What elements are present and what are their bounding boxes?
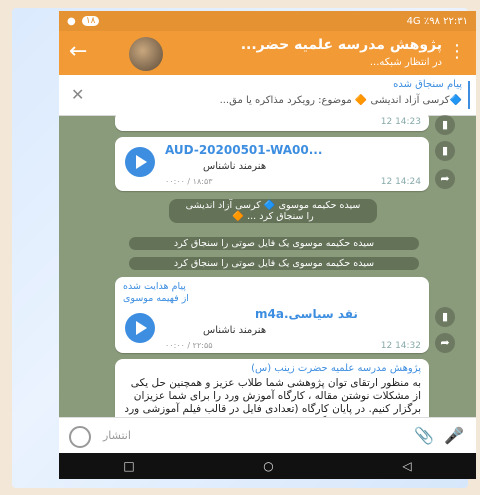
mic-icon[interactable]: 🎤: [444, 426, 464, 445]
pinned-message-bar[interactable]: پیام سنجاق شده 🔷کرسی آزاد اندیشی 🔶 موضوع…: [59, 75, 476, 116]
emoji-icon[interactable]: [69, 426, 91, 448]
notification-badge: ۱۸: [81, 16, 100, 26]
system-message: سیده حکیمه موسوی یک فایل صوتی را سنجاق ک…: [129, 257, 419, 270]
dot-icon: ●: [67, 15, 76, 27]
attach-icon[interactable]: 📎: [414, 426, 434, 445]
more-menu-icon[interactable]: ⋮: [448, 41, 466, 62]
message-time: 12 14:23: [380, 117, 421, 127]
share-icon[interactable]: ▮: [435, 115, 455, 135]
close-pinned-icon[interactable]: ✕: [71, 85, 84, 104]
system-message: سیده حکیمه موسوی یک فایل صوتی را سنجاق ک…: [129, 237, 419, 250]
forwarded-audio-message[interactable]: پیام هدایت شده از فهیمه موسوی نقد سیاسی.…: [115, 277, 429, 353]
message-time: 12 14:24: [380, 177, 421, 187]
message-input[interactable]: انتشار: [103, 429, 131, 442]
pinned-title: پیام سنجاق شده: [393, 79, 462, 90]
audio-filename: AUD-20200501-WA00...: [165, 143, 323, 157]
audio-message[interactable]: AUD-20200501-WA00... هنرمند ناشناس ۰۰:۰۰…: [115, 137, 429, 191]
share-icon[interactable]: ▮: [435, 307, 455, 327]
back-arrow-icon[interactable]: ←: [69, 39, 87, 64]
app-bar: ← پژوهش مدرسه علمیه حضر... در انتظار شبک…: [59, 31, 476, 75]
message-sender: پژوهش مدرسه علمیه حضرت زینب (س): [251, 363, 421, 374]
audio-duration: ۰۰:۰۰ / ۱۸:۵۳: [165, 177, 213, 186]
forward-icon[interactable]: ➦: [435, 333, 455, 353]
phone-screen: ● ۱۸ 4G ٪۹۸ ۲۲:۳۱ ← پژوهش مدرسه علمیه حض…: [59, 11, 476, 479]
audio-artist: هنرمند ناشناس: [203, 325, 267, 336]
audio-duration: ۰۰:۰۰ / ۲۲:۵۵: [165, 341, 213, 350]
share-icon[interactable]: ▮: [435, 141, 455, 161]
system-line: سیده حکیمه موسوی 🔷 کرسی آزاد اندیشی: [185, 200, 361, 211]
android-nav-bar: □ ○ ◁: [59, 453, 476, 479]
status-right: 4G ٪۹۸ ۲۲:۳۱: [406, 15, 468, 27]
system-message: سیده حکیمه موسوی 🔷 کرسی آزاد اندیشی را س…: [169, 199, 377, 223]
home-icon[interactable]: ○: [263, 459, 273, 473]
channel-subtitle: در انتظار شبکه...: [369, 57, 442, 68]
channel-avatar[interactable]: [129, 37, 163, 71]
audio-filename: نقد سیاسی.m4a: [255, 307, 358, 321]
forwarded-label: پیام هدایت شده: [123, 281, 186, 292]
audio-artist: هنرمند ناشناس: [203, 161, 267, 172]
message-bubble[interactable]: 12 14:23: [115, 111, 429, 131]
status-bar: ● ۱۸ 4G ٪۹۸ ۲۲:۳۱: [59, 11, 476, 31]
pinned-accent-bar: [468, 81, 470, 109]
chat-area: 12 14:23 ▮ AUD-20200501-WA00... هنرمند ن…: [59, 111, 476, 479]
recent-apps-icon[interactable]: □: [123, 459, 134, 473]
forward-icon[interactable]: ➦: [435, 169, 455, 189]
channel-title[interactable]: پژوهش مدرسه علمیه حضر...: [241, 37, 442, 53]
message-time: 12 14:32: [380, 341, 421, 351]
message-input-bar: انتشار 📎 🎤: [59, 417, 476, 454]
pinned-text: 🔷کرسی آزاد اندیشی 🔶 موضوع: رویکرد مذاکره…: [219, 95, 462, 106]
system-line: را سنجاق کرد ... 🔶: [232, 211, 314, 222]
play-icon[interactable]: [125, 147, 155, 177]
forwarded-from: از فهیمه موسوی: [123, 293, 189, 304]
play-icon[interactable]: [125, 313, 155, 343]
back-icon[interactable]: ◁: [402, 459, 411, 473]
